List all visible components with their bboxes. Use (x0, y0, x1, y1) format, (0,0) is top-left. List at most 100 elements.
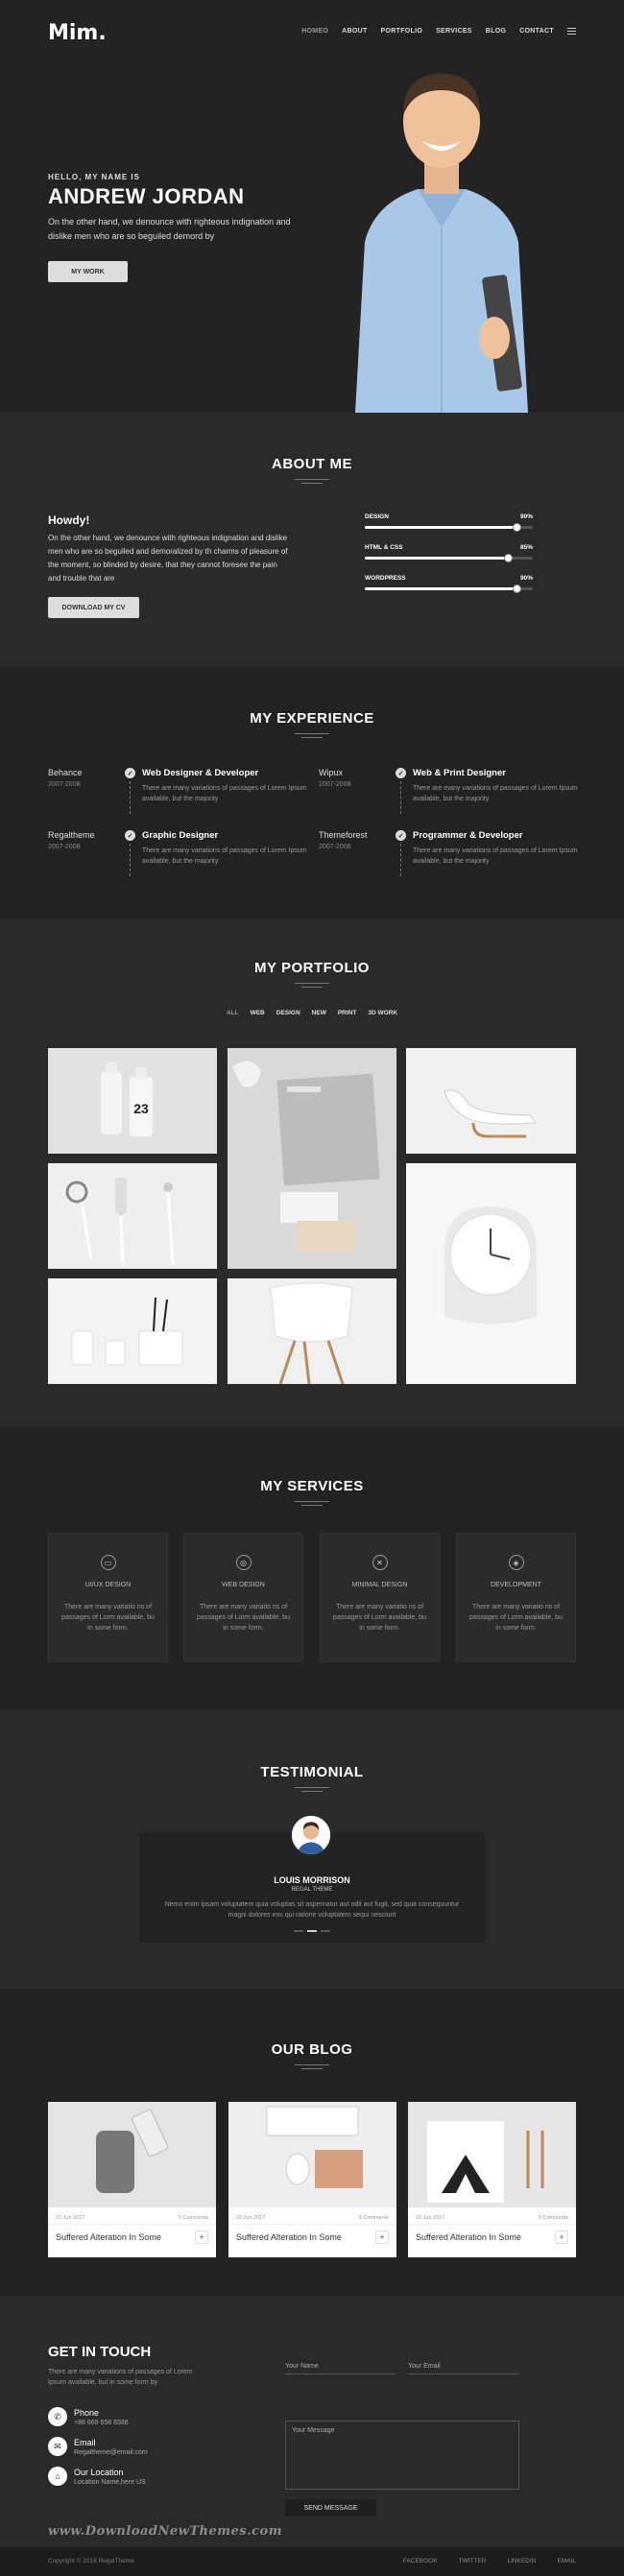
nav-about[interactable]: ABOUT (342, 28, 367, 35)
service-card[interactable]: ◎ WEB DESIGN There are many variatio ns … (183, 1533, 303, 1662)
plus-icon[interactable]: + (375, 2230, 389, 2244)
contact-value[interactable]: Regaltheme@email.com (74, 2449, 148, 2456)
service-name: WEB DESIGN (222, 1582, 265, 1588)
filter-web[interactable]: WEB (251, 1010, 265, 1016)
skill-item: DESIGN 90% (365, 513, 533, 532)
service-card[interactable]: ◈ DEVELOPMENT There are many variatio ns… (456, 1533, 576, 1662)
portfolio-item-earphones[interactable] (48, 1163, 217, 1269)
post-title[interactable]: Suffered Alteration In Some (56, 2232, 161, 2242)
footer: Copyright © 2018 RegalTheme FACEBOOK TWI… (0, 2547, 624, 2576)
social-twitter[interactable]: TWITTER (459, 2558, 487, 2564)
my-work-button[interactable]: MY WORK (48, 261, 128, 282)
nav-contact[interactable]: CONTACT (519, 28, 554, 35)
services-section: MY SERVICES ▭ UI/UX DESIGN There are man… (0, 1427, 624, 1710)
social-facebook[interactable]: FACEBOOK (403, 2558, 438, 2564)
portfolio-item-bathroom[interactable] (48, 1278, 217, 1384)
message-field[interactable]: Your Message (285, 2421, 519, 2490)
skill-knob (503, 554, 513, 562)
experience-item: Regaltheme 2007-2008 ✓ Graphic Designer Th… (48, 830, 317, 883)
nav-portfolio[interactable]: PORTFOLIO (381, 28, 423, 35)
send-message-button[interactable]: SEND MESSAGE (285, 2499, 376, 2516)
globe-icon: ◎ (235, 1555, 252, 1570)
post-title[interactable]: Suffered Alteration In Some (416, 2232, 521, 2242)
blog-post[interactable]: 22 Jun 2017 5 Comments Suffered Alteratio… (228, 2102, 396, 2257)
service-name: UI/UX DESIGN (84, 1582, 132, 1588)
experience-text: There are many variations of passages of… (142, 847, 307, 865)
hero-hello: HELLO, MY NAME IS (48, 173, 140, 181)
about-section: ABOUT ME Howdy! On the other hand, we de… (0, 413, 624, 667)
service-text: There are many variatio ns of passages o… (197, 1604, 290, 1632)
post-comments[interactable]: 5 Comments (179, 2215, 208, 2221)
pagination-dot[interactable] (307, 1930, 317, 1932)
pagination-dot[interactable] (321, 1930, 330, 1932)
title-divider (295, 983, 329, 984)
skill-knob (512, 584, 521, 593)
copyright: Copyright © 2018 RegalTheme (48, 2558, 134, 2564)
blog-post[interactable]: 22 Jun 2017 5 Comments Suffered Alteratio… (48, 2102, 216, 2257)
testimonial-quote: Nemo enim ipsam voluptatem quia voluptas… (164, 1901, 460, 1919)
nav-home[interactable]: HOMEO (301, 28, 328, 35)
blog-post[interactable]: 22 Jun 2017 5 Comments Suffered Alteratio… (408, 2102, 576, 2257)
post-image (228, 2102, 396, 2207)
contact-text: There are many variations of passages of… (48, 2369, 193, 2386)
filter-3d-work[interactable]: 3D WORK (368, 1010, 397, 1016)
title-divider (301, 737, 323, 738)
name-field[interactable]: Your Name (285, 2363, 396, 2374)
timeline-line (400, 781, 401, 814)
post-date: 22 Jun 2017 (416, 2215, 445, 2221)
plus-icon[interactable]: + (555, 2230, 568, 2244)
contact-value: Location Name,here US (74, 2479, 146, 2486)
testimonial-role: REGAL THEME (291, 1887, 333, 1893)
filter-print[interactable]: PRINT (338, 1010, 357, 1016)
filter-all[interactable]: ALL (227, 1010, 239, 1016)
plus-icon[interactable]: + (195, 2230, 208, 2244)
about-description: On the other hand, we denounce with righ… (48, 534, 288, 583)
skill-name: DESIGN (365, 513, 389, 520)
home-icon: ⌂ (48, 2467, 67, 2486)
experience-years: 2007-2008 (319, 844, 351, 850)
filter-new[interactable]: NEW (312, 1010, 326, 1016)
blog-title: OUR BLOG (271, 2041, 353, 2058)
contact-section: GET IN TOUCH There are many variations o… (0, 2296, 624, 2547)
service-card[interactable]: ▭ UI/UX DESIGN There are many variatio n… (48, 1533, 168, 1662)
social-links: FACEBOOK TWITTER LINKEDIN EMAIL (403, 2558, 576, 2564)
post-date: 22 Jun 2017 (236, 2215, 266, 2221)
service-name: DEVELOPMENT (491, 1582, 541, 1588)
post-date: 22 Jun 2017 (56, 2215, 85, 2221)
experience-text: There are many variations of passages of… (413, 785, 578, 802)
hero-description: On the other hand, we denounce with righ… (48, 217, 291, 241)
pagination-dot[interactable] (294, 1930, 303, 1932)
filter-design[interactable]: DESIGN (276, 1010, 300, 1016)
skill-percent: 90% (519, 575, 533, 582)
portfolio-item-stationery[interactable] (228, 1048, 396, 1269)
experience-text: There are many variations of passages of… (413, 847, 578, 865)
site-logo[interactable]: Mim. (48, 21, 107, 45)
experience-text: There are many variations of passages of… (142, 785, 307, 802)
contact-phone: ✆ Phone +88 669 658 6586 (48, 2407, 240, 2430)
service-card[interactable]: ✕ MINIMAL DESIGN There are many variatio… (320, 1533, 440, 1662)
title-divider (295, 2064, 329, 2065)
post-title[interactable]: Suffered Alteration In Some (236, 2232, 342, 2242)
social-linkedin[interactable]: LINKEDIN (508, 2558, 537, 2564)
email-field[interactable]: Your Email (408, 2363, 519, 2374)
testimonial-avatar (290, 1814, 332, 1856)
nav-services[interactable]: SERVICES (436, 28, 472, 35)
contact-value[interactable]: +88 669 658 6586 (74, 2420, 129, 2426)
blog-section: OUR BLOG 22 Jun 2017 5 Comments Suffered … (0, 1989, 624, 2296)
skills-list: DESIGN 90% HTML & CSS 85% WORDPRESS 90% (365, 513, 533, 606)
post-comments[interactable]: 5 Comments (359, 2215, 389, 2221)
nav-blog[interactable]: BLOG (486, 28, 506, 35)
portfolio-item-clock[interactable] (406, 1163, 576, 1384)
portfolio-item-chair[interactable] (228, 1278, 396, 1384)
bottle-label: 23 (133, 1101, 149, 1116)
portfolio-item-bottles[interactable]: 23 (48, 1048, 217, 1154)
social-email[interactable]: EMAIL (557, 2558, 576, 2564)
mail-icon: ✉ (48, 2437, 67, 2456)
contact-email: ✉ Email Regaltheme@email.com (48, 2437, 240, 2460)
post-comments[interactable]: 5 Comments (539, 2215, 568, 2221)
download-cv-button[interactable]: DOWNLOAD MY CV (48, 597, 139, 618)
experience-role: Programmer & Developer (413, 830, 523, 841)
timeline-line (400, 844, 401, 876)
hamburger-menu-icon[interactable] (567, 28, 576, 35)
portfolio-item-lounge-chair[interactable] (406, 1048, 576, 1154)
